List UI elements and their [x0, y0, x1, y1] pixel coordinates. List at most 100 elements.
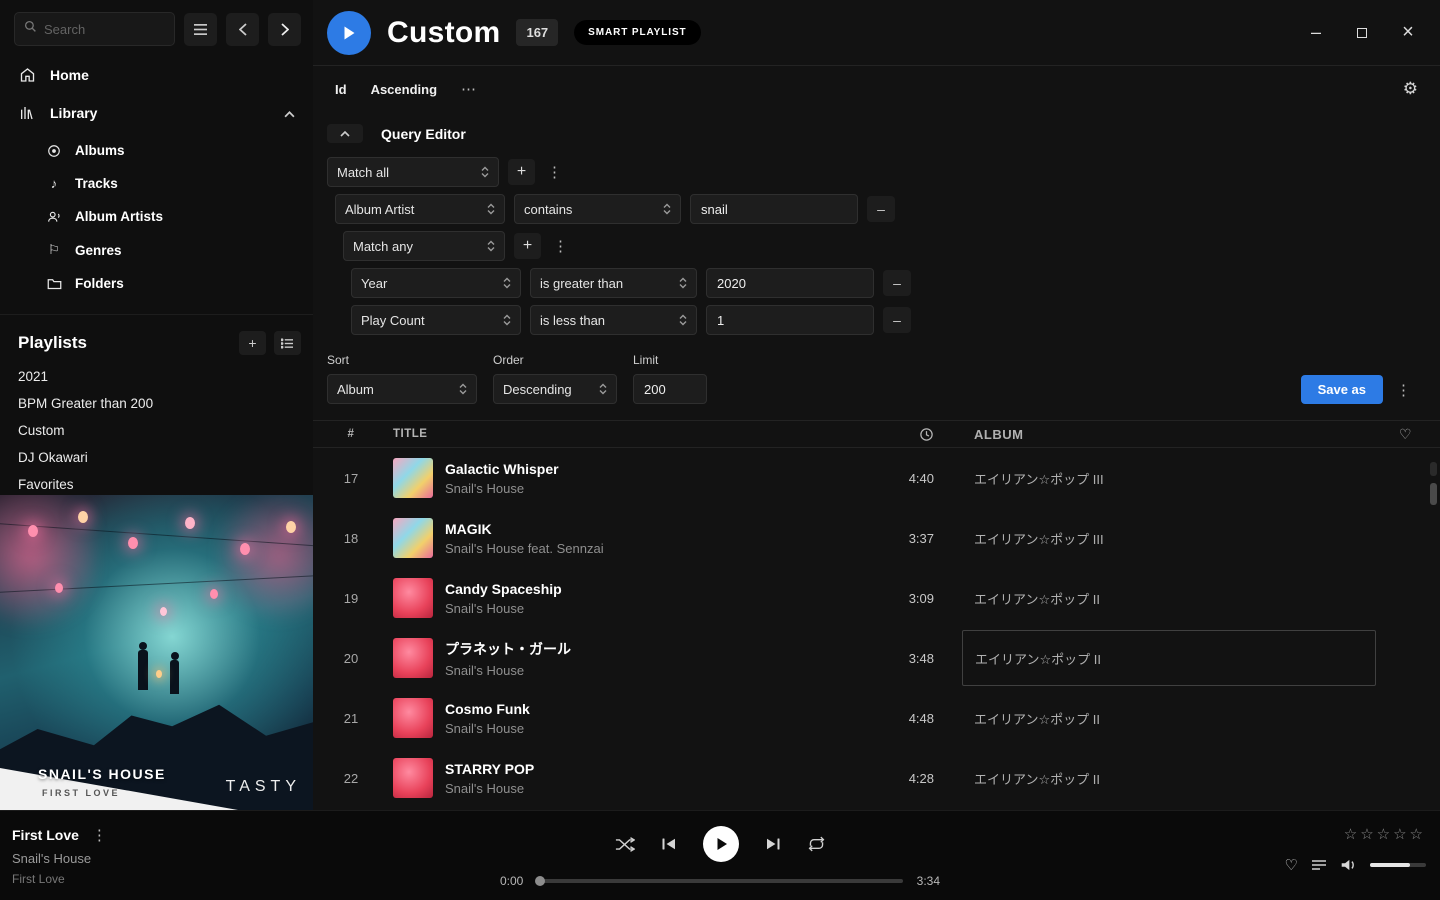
search-input[interactable]	[44, 22, 165, 37]
repeat-button[interactable]	[807, 836, 826, 852]
header-index[interactable]: #	[327, 428, 375, 440]
select-arrows-icon	[481, 166, 489, 178]
star-icon[interactable]: ☆	[1393, 826, 1409, 843]
lantern	[28, 525, 38, 537]
volume-button[interactable]	[1340, 858, 1357, 872]
add-group-rule-button[interactable]: +	[514, 233, 541, 259]
close-button[interactable]: ×	[1400, 25, 1416, 41]
sidebar-item-library[interactable]: Library	[0, 94, 313, 132]
now-playing-menu-button[interactable]: ⋮	[89, 826, 110, 844]
sidebar-item-home[interactable]: Home	[0, 56, 313, 94]
remove-rule-button[interactable]: –	[867, 196, 895, 222]
query-order-select[interactable]: Descending	[493, 374, 617, 404]
nav-forward-button[interactable]	[268, 13, 301, 46]
select-arrows-icon	[503, 277, 511, 289]
artwork-figure	[170, 660, 179, 694]
nav-back-button[interactable]	[226, 13, 259, 46]
star-icon[interactable]: ☆	[1360, 826, 1376, 843]
sidebar-item-album-artists[interactable]: Album Artists	[46, 200, 313, 233]
total-time: 3:34	[917, 874, 940, 888]
now-playing-artwork: SNAIL'S HOUSE FIRST LOVE TASTY	[0, 495, 313, 810]
track-title: STARRY POP	[445, 761, 534, 777]
track-row[interactable]: 17 Galactic Whisper Snail's House 4:40 エ…	[313, 448, 1440, 508]
sidebar-item-genres[interactable]: ⚐ Genres	[46, 233, 313, 267]
settings-gear-button[interactable]: ⚙	[1403, 79, 1418, 99]
track-row[interactable]: 20 プラネット・ガール Snail's House 3:48 エイリアン☆ポッ…	[313, 628, 1440, 688]
now-playing-album[interactable]: First Love	[12, 872, 110, 886]
star-icon[interactable]: ☆	[1377, 826, 1393, 843]
add-playlist-button[interactable]: +	[239, 331, 266, 355]
playlist-item[interactable]: Custom	[0, 417, 313, 444]
order-label: Order	[493, 353, 617, 367]
playlist-item[interactable]: 2021	[0, 363, 313, 390]
more-options-button[interactable]: ⋯	[461, 80, 476, 98]
sidebar-item-albums[interactable]: Albums	[46, 134, 313, 167]
scrollbar-track[interactable]	[1430, 462, 1437, 476]
scrollbar-thumb[interactable]	[1430, 483, 1437, 505]
remove-rule-button[interactable]: –	[883, 270, 911, 296]
rule-value-input[interactable]	[706, 268, 874, 298]
previous-button[interactable]	[662, 838, 676, 850]
playlist-item[interactable]: Favorites	[0, 471, 313, 498]
maximize-button[interactable]	[1354, 25, 1370, 41]
remove-rule-button[interactable]: –	[883, 307, 911, 333]
track-duration: 4:28	[874, 771, 934, 786]
search-box[interactable]	[14, 12, 175, 46]
header-album[interactable]: ALBUM	[934, 427, 1364, 442]
shuffle-button[interactable]	[615, 837, 635, 852]
group-menu-button[interactable]: ⋮	[550, 237, 571, 255]
rule-field-select[interactable]: Year	[351, 268, 521, 298]
rule-operator-select[interactable]: is greater than	[530, 268, 697, 298]
select-arrows-icon	[663, 203, 671, 215]
minimize-button[interactable]: –	[1308, 25, 1324, 41]
seek-slider[interactable]	[537, 879, 902, 883]
play-playlist-button[interactable]	[327, 11, 371, 55]
rule-operator-select[interactable]: contains	[514, 194, 681, 224]
playlist-list-button[interactable]	[274, 331, 301, 355]
focused-album-cell[interactable]: エイリアン☆ポップ II	[962, 630, 1376, 686]
save-as-button[interactable]: Save as	[1301, 375, 1383, 404]
play-pause-button[interactable]	[703, 826, 739, 862]
favorite-button[interactable]: ♡	[1285, 856, 1298, 874]
query-sort-select[interactable]: Album	[327, 374, 477, 404]
playlist-item[interactable]: DJ Okawari	[0, 444, 313, 471]
header-duration[interactable]	[874, 427, 934, 442]
add-rule-button[interactable]: +	[508, 159, 535, 185]
star-icon[interactable]: ☆	[1344, 826, 1360, 843]
playlist-item[interactable]: BPM Greater than 200	[0, 390, 313, 417]
track-row[interactable]: 21 Cosmo Funk Snail's House 4:48 エイリアン☆ポ…	[313, 688, 1440, 748]
star-icon[interactable]: ☆	[1410, 826, 1426, 843]
sort-field-button[interactable]: Id	[335, 82, 347, 97]
rule-value-input[interactable]	[706, 305, 874, 335]
rule-field-select[interactable]: Album Artist	[335, 194, 505, 224]
header-favorite[interactable]: ♡	[1364, 426, 1440, 443]
rule-operator-select[interactable]: is less than	[530, 305, 697, 335]
track-row[interactable]: 18 MAGIK Snail's House feat. Sennzai 3:3…	[313, 508, 1440, 568]
rating-stars[interactable]: ☆☆☆☆☆	[1344, 825, 1426, 843]
volume-slider[interactable]	[1370, 863, 1426, 867]
sort-direction-button[interactable]: Ascending	[371, 82, 437, 97]
playlist-list: 2021 BPM Greater than 200 Custom DJ Okaw…	[0, 363, 313, 498]
track-row[interactable]: 22 STARRY POP Snail's House 4:28 エイリアン☆ポ…	[313, 748, 1440, 808]
track-row[interactable]: 19 Candy Spaceship Snail's House 3:09 エイ…	[313, 568, 1440, 628]
menu-button[interactable]	[184, 13, 217, 46]
rule-menu-button[interactable]: ⋮	[544, 163, 565, 181]
save-menu-button[interactable]: ⋮	[1393, 381, 1414, 399]
next-button[interactable]	[766, 838, 780, 850]
rule-value-input[interactable]	[690, 194, 858, 224]
track-artist: Snail's House	[445, 663, 571, 678]
limit-label: Limit	[633, 353, 707, 367]
now-playing-title[interactable]: First Love	[12, 827, 79, 843]
seek-handle[interactable]	[535, 876, 545, 886]
now-playing-artist[interactable]: Snail's House	[12, 851, 110, 866]
sidebar-item-folders[interactable]: Folders	[46, 267, 313, 300]
collapse-query-editor-button[interactable]	[327, 124, 363, 143]
rule-field-select[interactable]: Play Count	[351, 305, 521, 335]
header-title[interactable]: TITLE	[375, 428, 874, 440]
track-duration: 4:40	[874, 471, 934, 486]
sidebar-item-tracks[interactable]: ♪ Tracks	[46, 167, 313, 200]
query-limit-input[interactable]	[633, 374, 707, 404]
group-match-type-select[interactable]: Match any	[343, 231, 505, 261]
match-type-select[interactable]: Match all	[327, 157, 499, 187]
queue-button[interactable]	[1311, 859, 1327, 871]
